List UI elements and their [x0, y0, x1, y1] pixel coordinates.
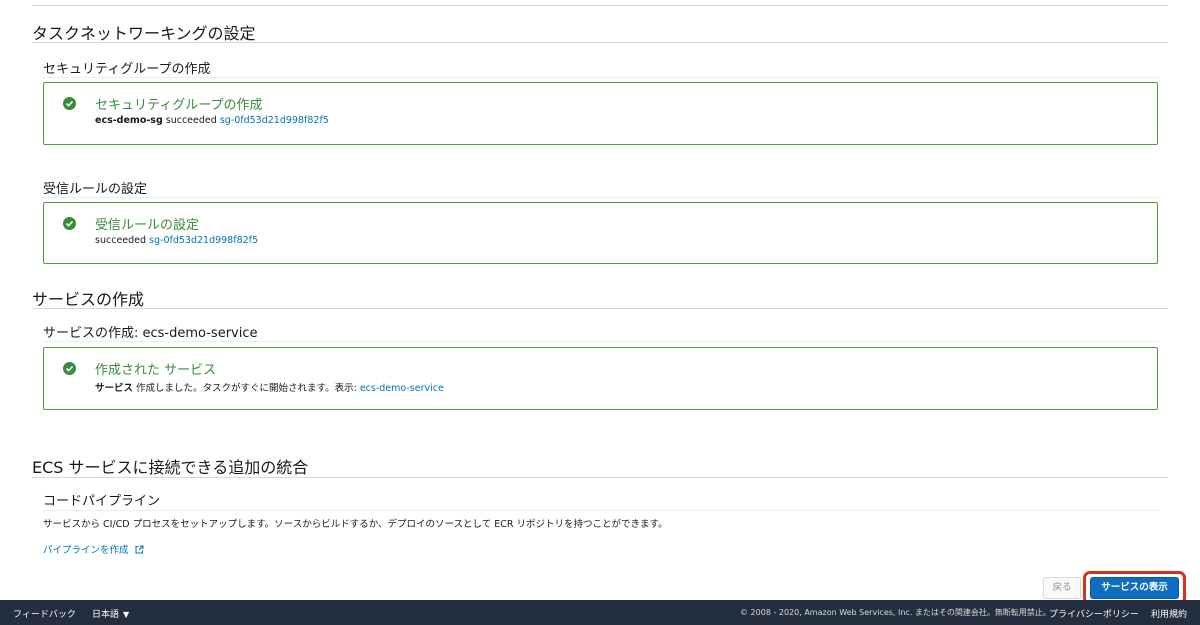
alert-service-created-success: 作成された サービス サービス 作成しました。タスクがすぐに開始されます。表示:… — [43, 347, 1158, 410]
subtitle-inbound-rules: 受信ルールの設定 — [43, 182, 148, 197]
section-title-integrations: ECS サービスに接続できる追加の統合 — [32, 458, 309, 477]
alert-inbound-rules-success: 受信ルールの設定 succeeded sg-0fd53d21d998f82f5 — [43, 202, 1158, 264]
back-button[interactable]: 戻る — [1043, 577, 1081, 599]
alert-title: セキュリティグループの作成 — [95, 98, 263, 113]
security-group-id-link[interactable]: sg-0fd53d21d998f82f5 — [220, 115, 329, 126]
subsection-divider — [43, 341, 1159, 342]
subsection-divider — [43, 197, 1159, 198]
language-selector[interactable]: 日本語 ▼ — [92, 607, 129, 620]
view-service-button[interactable]: サービスの表示 — [1090, 577, 1179, 599]
copyright-text: © 2008 - 2020, Amazon Web Services, Inc.… — [740, 608, 1051, 617]
top-divider — [32, 5, 1168, 6]
status-text: succeeded — [95, 235, 150, 246]
security-group-name: ecs-demo-sg — [95, 115, 163, 126]
external-link-icon — [135, 545, 144, 554]
subsection-divider — [43, 77, 1159, 78]
privacy-policy-link[interactable]: プライバシーポリシー — [1049, 607, 1139, 620]
section-divider — [32, 308, 1168, 309]
subtitle-code-pipeline: コードパイプライン — [43, 494, 161, 509]
status-text: 作成しました。タスクがすぐに開始されます。表示: — [133, 383, 360, 394]
section-title-service: サービスの作成 — [32, 290, 145, 309]
caret-down-icon: ▼ — [123, 610, 130, 619]
alert-title: 受信ルールの設定 — [95, 218, 200, 233]
check-circle-icon — [63, 97, 76, 110]
feedback-link[interactable]: フィードバック — [13, 607, 76, 620]
service-label: サービス — [95, 383, 134, 394]
security-group-id-link[interactable]: sg-0fd53d21d998f82f5 — [149, 235, 258, 246]
create-pipeline-link[interactable]: パイプラインを作成 — [43, 542, 144, 556]
alert-body: succeeded sg-0fd53d21d998f82f5 — [95, 235, 258, 246]
subtitle-service-create: サービスの作成: ecs-demo-service — [43, 326, 258, 341]
console-footer: フィードバック 日本語 ▼ © 2008 - 2020, Amazon Web S… — [0, 600, 1200, 625]
section-divider — [32, 42, 1168, 43]
alert-body: サービス 作成しました。タスクがすぐに開始されます。表示: ecs-demo-s… — [95, 380, 444, 394]
service-name-link[interactable]: ecs-demo-service — [360, 383, 444, 394]
subtitle-security-group: セキュリティグループの作成 — [43, 62, 211, 77]
subsection-divider — [43, 510, 1159, 511]
section-divider — [32, 477, 1168, 478]
check-circle-icon — [63, 217, 76, 230]
status-text: succeeded — [162, 115, 220, 126]
section-title-networking: タスクネットワーキングの設定 — [32, 24, 256, 43]
pipeline-description: サービスから CI/CD プロセスをセットアップします。ソースからビルドするか、… — [43, 519, 668, 530]
language-label[interactable]: 日本語 — [92, 610, 119, 620]
alert-security-group-success: セキュリティグループの作成 ecs-demo-sg succeeded sg-0… — [43, 82, 1158, 145]
alert-body: ecs-demo-sg succeeded sg-0fd53d21d998f82… — [95, 115, 329, 126]
terms-link[interactable]: 利用規約 — [1151, 607, 1187, 620]
check-circle-icon — [63, 362, 76, 375]
create-pipeline-link-label[interactable]: パイプラインを作成 — [43, 545, 129, 556]
alert-title: 作成された サービス — [95, 363, 217, 378]
